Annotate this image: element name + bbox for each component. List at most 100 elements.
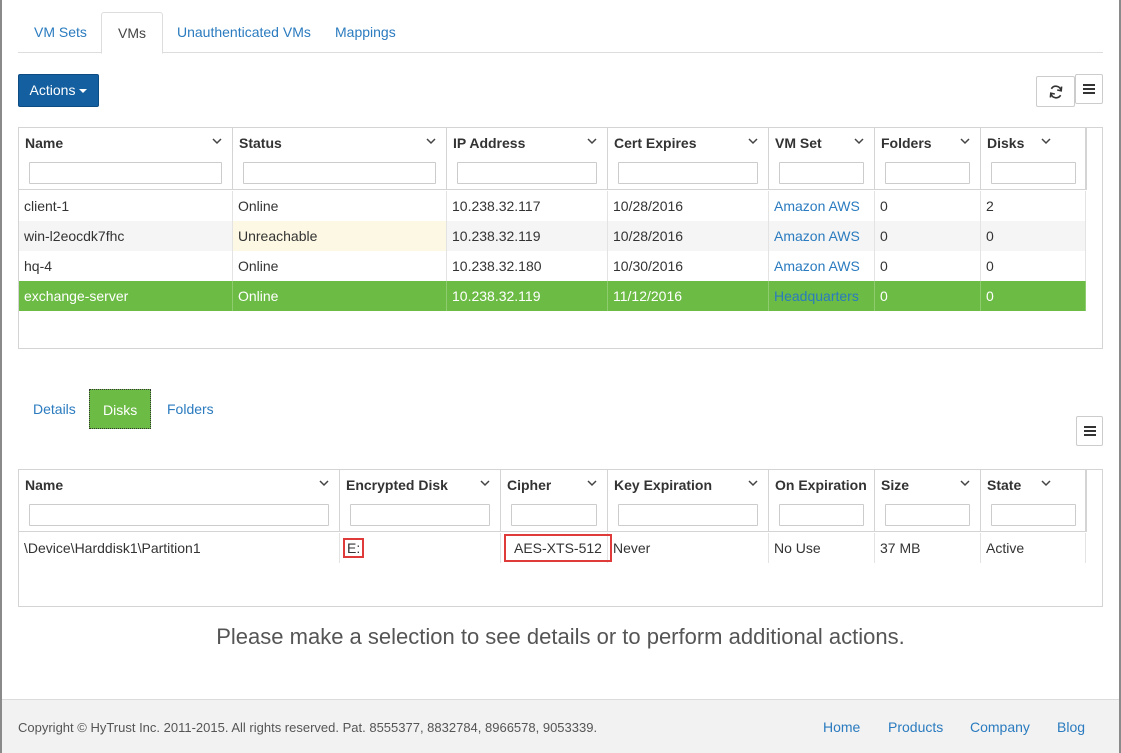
cell-disks: 0 [981,281,1086,311]
ip-filter-input[interactable] [457,162,597,184]
tab-unauthenticated-vms[interactable]: Unauthenticated VMs [161,12,327,53]
disk-grid: Name Encrypted Disk Cipher Key Expiratio… [18,469,1103,607]
chevron-down-icon[interactable] [1041,137,1051,145]
vm-grid-header: Name Status IP Address Cert Expires VM S… [19,128,1102,190]
column-title: Status [239,135,282,151]
chevron-down-icon[interactable] [480,479,490,487]
cell-ip: 10.238.32.119 [447,281,608,311]
disk-name-filter-input[interactable] [29,504,329,526]
cell-disks: 0 [981,221,1086,251]
cell-name: \Device\Harddisk1\Partition1 [19,533,340,563]
chevron-down-icon[interactable] [854,137,864,145]
tab-vm-sets[interactable]: VM Sets [18,12,103,53]
chevron-down-icon[interactable] [587,479,597,487]
column-header-state[interactable]: State [981,470,1086,532]
column-header-disks[interactable]: Disks [981,128,1086,190]
table-row[interactable]: \Device\Harddisk1\Partition1 E: AES-XTS-… [19,533,1086,563]
table-row[interactable]: hq-4 Online 10.238.32.180 10/30/2016 Ama… [19,251,1086,281]
cell-name: win-l2eocdk7fhc [19,221,233,251]
cell-disks: 2 [981,191,1086,221]
key-exp-filter-input[interactable] [618,504,758,526]
encrypted-filter-input[interactable] [350,504,490,526]
cipher-filter-input[interactable] [511,504,597,526]
caret-down-icon [79,89,88,94]
vmset-link[interactable]: Headquarters [774,288,859,304]
chevron-down-icon[interactable] [426,137,436,145]
on-exp-filter-input[interactable] [779,504,864,526]
cell-cipher: AES-XTS-512 [501,533,612,563]
cell-ip: 10.238.32.117 [447,191,608,221]
footer-link-products[interactable]: Products [888,719,943,735]
column-title: Encrypted Disk [346,477,448,493]
column-header-on-expiration[interactable]: On Expiration [769,470,875,532]
column-header-ip-address[interactable]: IP Address [447,128,608,190]
actions-dropdown-button[interactable]: Actions [18,74,99,107]
chevron-down-icon[interactable] [748,137,758,145]
cell-name: hq-4 [19,251,233,281]
tab-disks[interactable]: Disks [89,389,152,429]
chevron-down-icon[interactable] [1041,479,1051,487]
chevron-down-icon[interactable] [960,137,970,145]
table-row[interactable]: win-l2eocdk7fhc Unreachable 10.238.32.11… [19,221,1086,251]
vmset-link[interactable]: Amazon AWS [774,258,860,274]
cert-filter-input[interactable] [618,162,758,184]
tab-details[interactable]: Details [19,389,90,429]
disk-grid-menu-button[interactable] [1076,416,1103,446]
table-row-selected[interactable]: exchange-server Online 10.238.32.119 11/… [19,281,1086,311]
cell-size: 37 MB [875,533,981,563]
vmset-filter-input[interactable] [779,162,864,184]
footer-link-blog[interactable]: Blog [1057,719,1085,735]
vmset-link[interactable]: Amazon AWS [774,228,860,244]
name-filter-input[interactable] [29,162,222,184]
chevron-down-icon[interactable] [212,137,222,145]
column-title: Disks [987,135,1025,151]
cell-encrypted-disk: E: [340,533,501,563]
selection-hint-message: Please make a selection to see details o… [216,624,905,649]
cell-folders: 0 [875,251,981,281]
encrypted-disk-value: E: [342,538,365,558]
column-header-cipher[interactable]: Cipher [501,470,608,532]
column-title: Cipher [507,477,552,493]
refresh-button[interactable] [1036,76,1075,107]
column-header-status[interactable]: Status [233,128,447,190]
tab-mappings[interactable]: Mappings [319,12,412,53]
vm-grid: Name Status IP Address Cert Expires VM S… [18,127,1103,349]
column-header-name[interactable]: Name [19,470,340,532]
chevron-down-icon[interactable] [587,137,597,145]
cipher-value: AES-XTS-512 [504,534,612,562]
footer-link-home[interactable]: Home [823,719,860,735]
column-header-vm-set[interactable]: VM Set [769,128,875,190]
state-filter-input[interactable] [991,504,1076,526]
column-title: VM Set [775,135,822,151]
footer-link-company[interactable]: Company [970,719,1030,735]
disks-filter-input[interactable] [991,162,1076,184]
chevron-down-icon[interactable] [960,479,970,487]
tab-folders[interactable]: Folders [153,389,228,429]
chevron-down-icon[interactable] [748,479,758,487]
column-header-name[interactable]: Name [19,128,233,190]
tab-vms[interactable]: VMs [101,12,163,54]
header-scrollbar-gutter [1086,128,1102,190]
column-title: Cert Expires [614,135,697,151]
column-header-folders[interactable]: Folders [875,128,981,190]
vmset-link[interactable]: Amazon AWS [774,198,860,214]
folders-filter-input[interactable] [885,162,970,184]
grid-menu-button[interactable] [1075,74,1103,104]
cell-folders: 0 [875,221,981,251]
status-filter-input[interactable] [243,162,436,184]
cell-vmset: Amazon AWS [769,251,875,281]
chevron-down-icon[interactable] [319,479,329,487]
column-header-key-expiration[interactable]: Key Expiration [608,470,769,532]
actions-label: Actions [29,82,76,98]
column-title: Name [25,477,64,493]
column-title: Folders [881,135,932,151]
column-header-encrypted-disk[interactable]: Encrypted Disk [340,470,501,532]
menu-icon [1083,84,1095,94]
table-row[interactable]: client-1 Online 10.238.32.117 10/28/2016… [19,191,1086,221]
size-filter-input[interactable] [885,504,970,526]
cell-status: Online [233,191,447,221]
column-header-size[interactable]: Size [875,470,981,532]
copyright-text: Copyright © HyTrust Inc. 2011-2015. All … [18,720,598,735]
cell-cert-expires: 10/30/2016 [608,251,769,281]
column-header-cert-expires[interactable]: Cert Expires [608,128,769,190]
